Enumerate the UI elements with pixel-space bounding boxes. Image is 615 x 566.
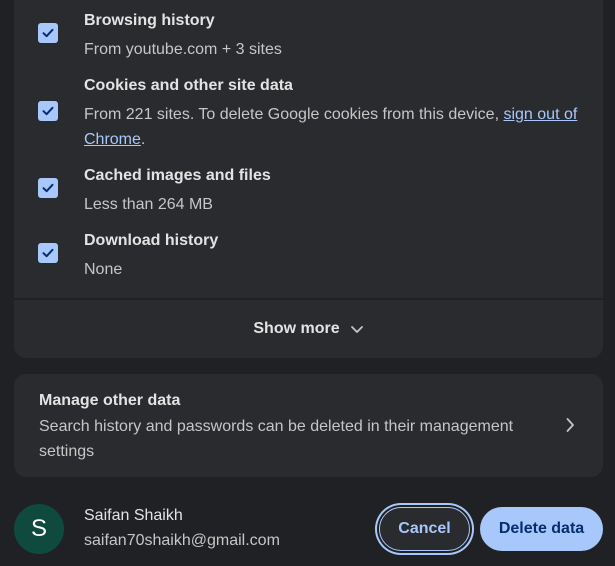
option-desc: From 221 sites. To delete Google cookies… [84,102,583,152]
option-desc-suffix: . [140,131,146,148]
option-title: Browsing history [84,12,215,29]
avatar: S [14,504,64,554]
check-icon [42,183,54,193]
option-title: Cached images and files [84,167,271,184]
checkbox-cookies[interactable] [38,101,58,121]
option-cookies[interactable]: Cookies and other site data From 221 sit… [38,77,583,153]
delete-data-button[interactable]: Delete data [480,507,603,551]
option-desc: None [84,261,123,278]
check-icon [42,248,54,258]
option-cached-images[interactable]: Cached images and files Less than 264 MB [38,167,583,213]
option-title: Cookies and other site data [84,77,293,94]
option-download-history[interactable]: Download history None [38,232,583,278]
checkbox-cached-images[interactable] [38,178,58,198]
option-desc: Less than 264 MB [84,196,213,213]
manage-other-data[interactable]: Manage other data Search history and pas… [14,374,603,477]
check-icon [42,106,54,116]
account-name: Saifan Shaikh [84,507,183,524]
options-card: Browsing history From youtube.com + 3 si… [14,0,603,358]
account-email: saifan70shaikh@gmail.com [84,532,280,549]
chevron-right-icon [566,418,574,432]
check-icon [42,28,54,38]
manage-desc: Search history and passwords can be dele… [39,418,514,460]
option-title: Download history [84,232,219,249]
show-more-button[interactable]: Show more [14,300,603,358]
checkbox-browsing-history[interactable] [38,23,58,43]
chevron-down-icon [350,326,363,333]
cancel-button[interactable]: Cancel [379,507,470,551]
option-desc-text: From 221 sites. To delete Google cookies… [84,106,504,123]
option-desc: From youtube.com + 3 sites [84,41,282,58]
option-browsing-history[interactable]: Browsing history From youtube.com + 3 si… [38,12,583,58]
show-more-label: Show more [253,320,340,337]
manage-title: Manage other data [39,392,181,409]
checkbox-download-history[interactable] [38,243,58,263]
